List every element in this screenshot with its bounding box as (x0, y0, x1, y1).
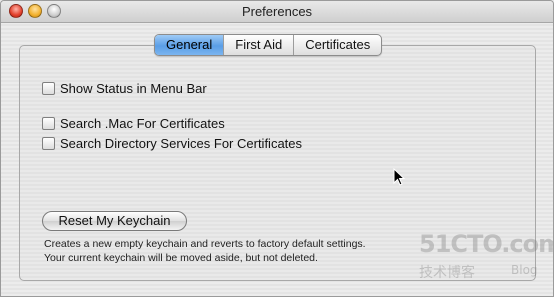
preferences-window: Preferences General First Aid Certificat… (0, 0, 554, 297)
mouse-pointer-icon (393, 168, 405, 186)
search-directory-label: Search Directory Services For Certificat… (60, 136, 303, 151)
window-title: Preferences (241, 4, 313, 19)
tab-first-aid[interactable]: First Aid (223, 35, 293, 55)
tab-certificates[interactable]: Certificates (293, 35, 381, 55)
option-search-directory[interactable]: Search Directory Services For Certificat… (42, 136, 302, 151)
reset-help-text-line1: Creates a new empty keychain and reverts… (44, 238, 366, 250)
title-bar[interactable]: Preferences (1, 1, 553, 23)
tab-bar: General First Aid Certificates (154, 34, 383, 56)
tab-general[interactable]: General (155, 35, 224, 55)
watermark-main-text: 51CTO.com (419, 230, 554, 258)
watermark-logo: 51CTO.com 技术博客 Blog (419, 230, 553, 284)
watermark-blog-text: Blog (511, 263, 538, 277)
search-mac-checkbox[interactable] (42, 117, 55, 130)
search-mac-label: Search .Mac For Certificates (60, 116, 225, 131)
option-search-mac[interactable]: Search .Mac For Certificates (42, 116, 225, 131)
reset-help-text-line2: Your current keychain will be moved asid… (44, 252, 318, 264)
show-status-checkbox[interactable] (42, 82, 55, 95)
reset-keychain-button[interactable]: Reset My Keychain (42, 211, 187, 231)
watermark-sub-text: 技术博客 (419, 265, 475, 281)
option-show-status[interactable]: Show Status in Menu Bar (42, 81, 207, 96)
search-directory-checkbox[interactable] (42, 137, 55, 150)
show-status-label: Show Status in Menu Bar (60, 81, 207, 96)
